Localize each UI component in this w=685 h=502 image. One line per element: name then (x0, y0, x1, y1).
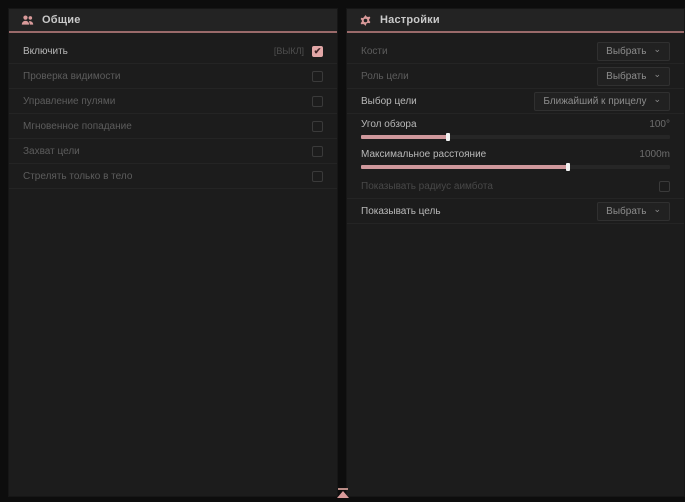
setting-label: Управление пулями (23, 96, 312, 107)
checkbox-enable[interactable]: ✔ (312, 46, 323, 57)
panel-general-body: Включить [ВЫКЛ] ✔ Проверка видимости ✔ У… (9, 33, 337, 496)
setting-row-visibility-check: Проверка видимости ✔ (9, 64, 337, 89)
chevron-down-icon: ⌄ (653, 96, 661, 102)
setting-label: Кости (361, 46, 597, 57)
dropdown-value: Выбрать (606, 71, 646, 82)
fov-slider[interactable] (361, 135, 670, 139)
expand-arrow-bar (338, 488, 348, 490)
slider-fill (361, 135, 448, 139)
setting-label: Показывать цель (361, 206, 597, 217)
slider-handle[interactable] (446, 133, 450, 141)
dropdown-value: Ближайший к прицелу (543, 96, 646, 107)
chevron-down-icon: ⌄ (653, 71, 661, 77)
setting-label: Стрелять только в тело (23, 171, 312, 182)
slider-fill (361, 165, 568, 169)
setting-label: Угол обзора (361, 119, 649, 130)
app-window: Общие Включить [ВЫКЛ] ✔ Проверка видимос… (0, 0, 685, 502)
panel-settings: Настройки Кости Выбрать ⌄ Роль цели Выбр… (346, 8, 685, 497)
status-badge: [ВЫКЛ] (274, 46, 304, 56)
setting-row-show-aimbot-radius: Показывать радиус аимбота ✔ (347, 174, 684, 199)
setting-row-body-only: Стрелять только в тело ✔ (9, 164, 337, 189)
max-distance-slider[interactable] (361, 165, 670, 169)
users-icon (21, 14, 34, 27)
setting-row-target-role: Роль цели Выбрать ⌄ (347, 64, 684, 89)
dropdown-value: Выбрать (606, 206, 646, 217)
setting-label: Роль цели (361, 71, 597, 82)
checkbox-instant-hit[interactable]: ✔ (312, 121, 323, 132)
target-role-dropdown[interactable]: Выбрать ⌄ (597, 67, 670, 86)
checkbox-show-aimbot-radius[interactable]: ✔ (659, 181, 670, 192)
setting-label: Максимальное расстояние (361, 149, 639, 160)
setting-label: Выбор цели (361, 96, 534, 107)
checkbox-visibility-check[interactable]: ✔ (312, 71, 323, 82)
setting-row-instant-hit: Мгновенное попадание ✔ (9, 114, 337, 139)
checkmark-icon: ✔ (314, 47, 322, 56)
slider-value: 1000m (639, 149, 670, 160)
target-select-dropdown[interactable]: Ближайший к прицелу ⌄ (534, 92, 670, 111)
slider-value: 100° (649, 119, 670, 130)
show-target-dropdown[interactable]: Выбрать ⌄ (597, 202, 670, 221)
checkbox-body-only[interactable]: ✔ (312, 171, 323, 182)
dropdown-value: Выбрать (606, 46, 646, 57)
panel-settings-body: Кости Выбрать ⌄ Роль цели Выбрать ⌄ Выбо… (347, 33, 684, 496)
checkbox-target-lock[interactable]: ✔ (312, 146, 323, 157)
bones-dropdown[interactable]: Выбрать ⌄ (597, 42, 670, 61)
setting-label: Захват цели (23, 146, 312, 157)
panel-general: Общие Включить [ВЫКЛ] ✔ Проверка видимос… (8, 8, 338, 497)
chevron-down-icon: ⌄ (653, 46, 661, 52)
setting-label: Включить (23, 46, 274, 57)
checkbox-bullet-control[interactable]: ✔ (312, 96, 323, 107)
setting-row-target-select: Выбор цели Ближайший к прицелу ⌄ (347, 89, 684, 114)
expand-arrow[interactable] (335, 488, 351, 500)
panel-general-header[interactable]: Общие (9, 9, 337, 33)
setting-row-max-distance: Максимальное расстояние 1000m (347, 144, 684, 174)
setting-row-enable: Включить [ВЫКЛ] ✔ (9, 39, 337, 64)
setting-label: Показывать радиус аимбота (361, 181, 659, 192)
gear-icon (359, 14, 372, 27)
setting-row-bones: Кости Выбрать ⌄ (347, 39, 684, 64)
triangle-up-icon (337, 491, 349, 498)
setting-row-bullet-control: Управление пулями ✔ (9, 89, 337, 114)
setting-row-target-lock: Захват цели ✔ (9, 139, 337, 164)
panel-title: Настройки (380, 14, 440, 26)
setting-label: Проверка видимости (23, 71, 312, 82)
setting-label: Мгновенное попадание (23, 121, 312, 132)
panel-title: Общие (42, 14, 81, 26)
chevron-down-icon: ⌄ (653, 206, 661, 212)
setting-row-fov: Угол обзора 100° (347, 114, 684, 144)
panel-settings-header[interactable]: Настройки (347, 9, 684, 33)
setting-row-show-target: Показывать цель Выбрать ⌄ (347, 199, 684, 224)
slider-handle[interactable] (566, 163, 570, 171)
